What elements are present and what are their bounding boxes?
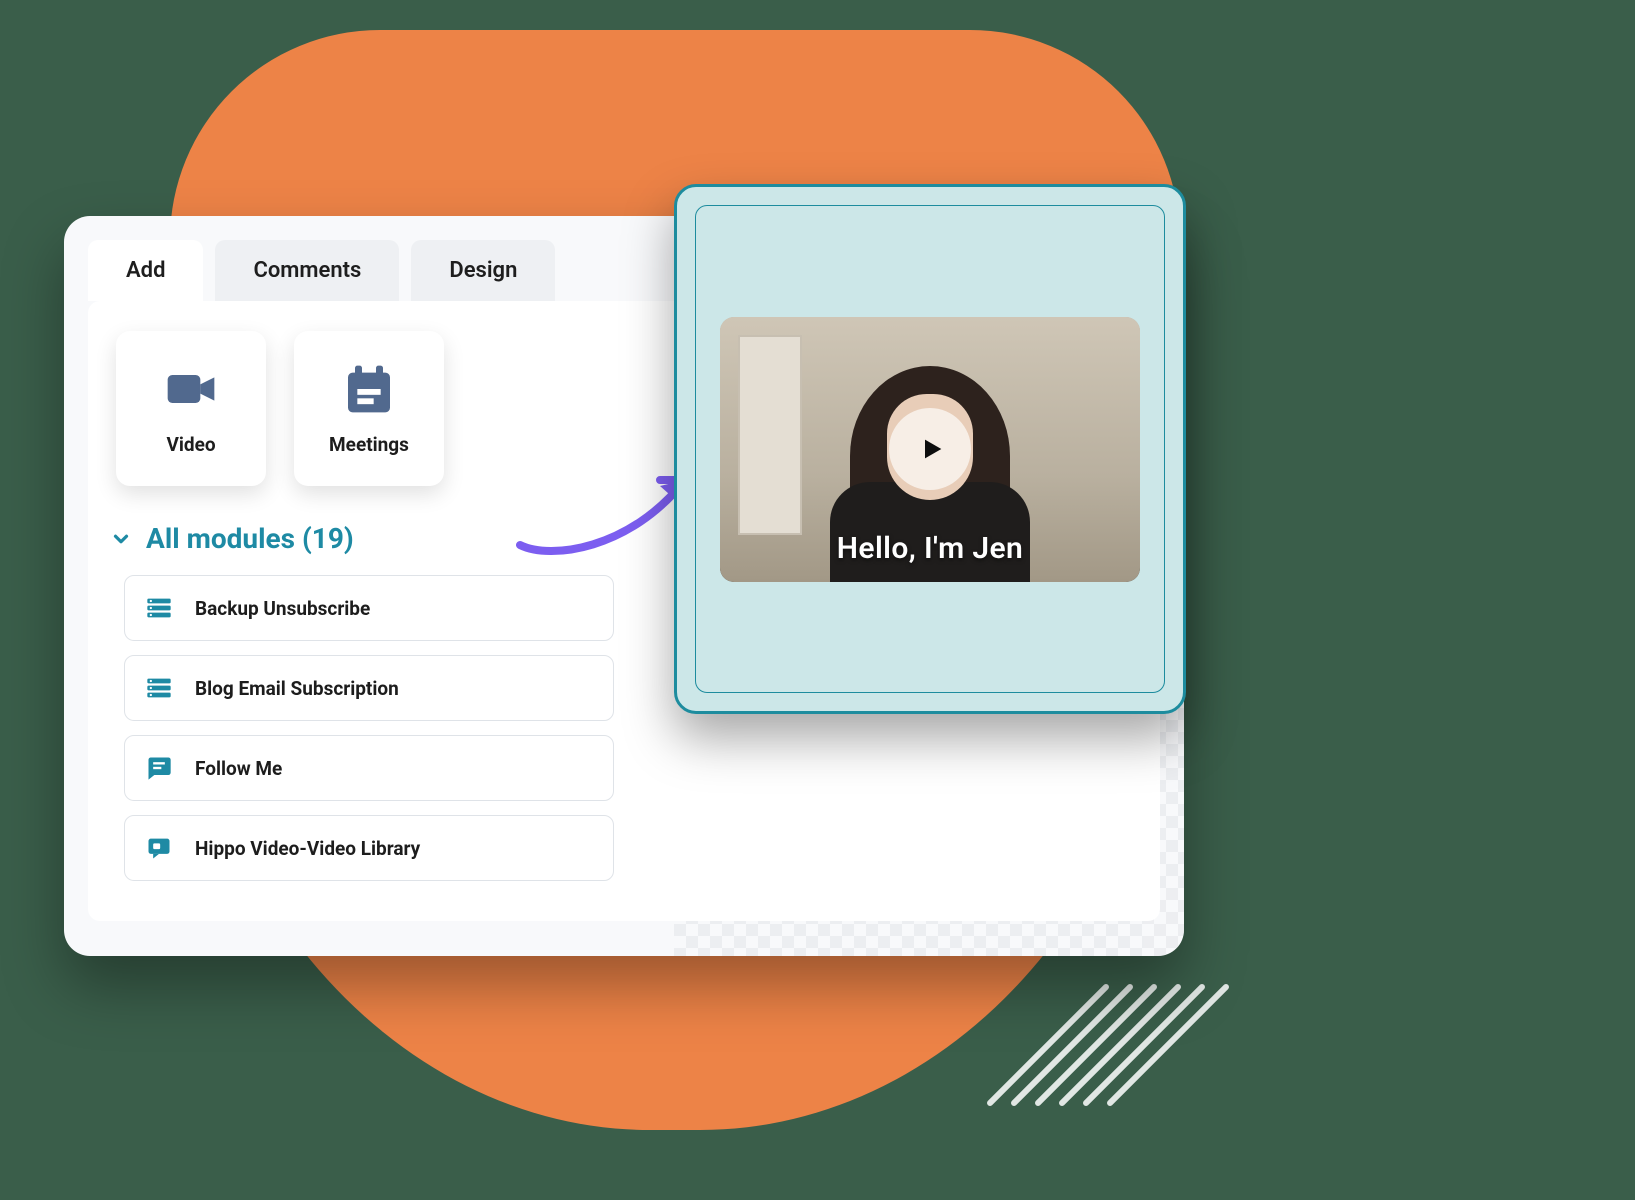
video-caption: Hello, I'm Jen bbox=[837, 531, 1023, 566]
tab-design[interactable]: Design bbox=[411, 240, 555, 301]
module-label: Follow Me bbox=[195, 757, 282, 780]
calendar-icon bbox=[341, 361, 397, 417]
tile-meetings-label: Meetings bbox=[329, 433, 409, 456]
play-icon bbox=[918, 435, 946, 463]
video-preview-inner: Hello, I'm Jen bbox=[695, 205, 1165, 693]
module-hippo-video-library[interactable]: Hippo Video-Video Library bbox=[124, 815, 614, 881]
list-icon bbox=[145, 594, 173, 622]
video-background-door bbox=[738, 335, 802, 535]
module-label: Blog Email Subscription bbox=[195, 677, 399, 700]
tile-video-label: Video bbox=[166, 433, 215, 456]
play-button[interactable] bbox=[889, 408, 971, 490]
module-blog-email-subscription[interactable]: Blog Email Subscription bbox=[124, 655, 614, 721]
module-label: Hippo Video-Video Library bbox=[195, 837, 420, 860]
all-modules-title: All modules (19) bbox=[146, 522, 354, 555]
module-backup-unsubscribe[interactable]: Backup Unsubscribe bbox=[124, 575, 614, 641]
tab-add[interactable]: Add bbox=[88, 240, 203, 301]
list-icon bbox=[145, 674, 173, 702]
tab-comments[interactable]: Comments bbox=[215, 240, 399, 301]
video-preview-card: Hello, I'm Jen bbox=[674, 184, 1186, 714]
module-label: Backup Unsubscribe bbox=[195, 597, 370, 620]
module-follow-me[interactable]: Follow Me bbox=[124, 735, 614, 801]
video-thumbnail[interactable]: Hello, I'm Jen bbox=[720, 317, 1140, 582]
speech-bubble-icon bbox=[145, 834, 173, 862]
tile-video[interactable]: Video bbox=[116, 331, 266, 486]
video-icon bbox=[163, 361, 219, 417]
decorative-hatch bbox=[1045, 960, 1215, 1080]
chat-icon bbox=[145, 754, 173, 782]
chevron-down-icon bbox=[110, 528, 132, 550]
tile-meetings[interactable]: Meetings bbox=[294, 331, 444, 486]
